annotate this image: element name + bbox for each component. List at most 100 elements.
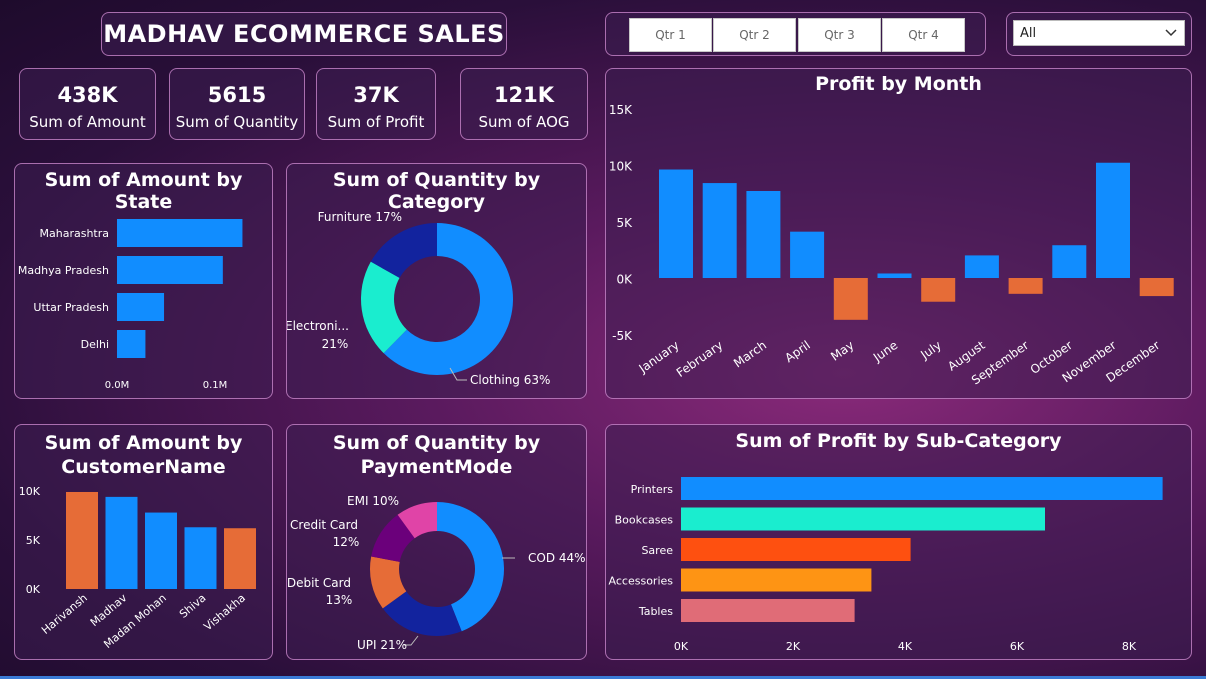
kpi-value: 121K bbox=[493, 83, 555, 107]
profit-by-subcategory-chart: Printers Bookcases Saree Accessories Tables 0… bbox=[609, 477, 1163, 653]
category-label: Uttar Pradesh bbox=[33, 301, 109, 314]
quantity-by-paymentmode-chart: COD 44% UPI 21% Debit Card 13% Credit Card 12… bbox=[287, 494, 586, 652]
profit-by-subcategory-panel: Sum of Profit by Sub-Category Printers Bo… bbox=[605, 424, 1192, 660]
profit-by-month-chart: 15K10K5K0K-5KJanuaryFebruary March April Ma… bbox=[609, 103, 1174, 388]
bar bbox=[184, 527, 217, 589]
bar bbox=[117, 293, 165, 321]
filter-selected-value: All bbox=[1020, 26, 1037, 41]
tick-label: 0K bbox=[26, 583, 41, 596]
bar bbox=[659, 169, 693, 278]
tick-label: 15K bbox=[609, 103, 633, 117]
bar bbox=[117, 256, 223, 284]
slice-label: Debit Card bbox=[287, 576, 351, 590]
tick-label: 10K bbox=[19, 485, 41, 498]
bar bbox=[681, 568, 872, 592]
kpi-card-quantity: 5615 Sum of Quantity bbox=[169, 68, 305, 140]
quarter-slicer: Qtr 1 Qtr 2 Qtr 3 Qtr 4 bbox=[605, 12, 986, 56]
bar bbox=[877, 273, 912, 278]
chevron-down-icon bbox=[1165, 29, 1177, 37]
kpi-card-amount: 438K Sum of Amount bbox=[19, 68, 156, 140]
kpi-value: 438K bbox=[57, 83, 118, 107]
quantity-by-category-chart: Clothing 63% Electroni... 21% Furniture 17% bbox=[287, 210, 550, 387]
category-label: May bbox=[828, 338, 856, 364]
bar bbox=[681, 538, 911, 561]
filter-dropdown[interactable]: All bbox=[1013, 20, 1185, 46]
qtr-3-button[interactable]: Qtr 3 bbox=[798, 18, 881, 52]
category-label: Madhya Pradesh bbox=[18, 264, 109, 277]
qtr-4-button[interactable]: Qtr 4 bbox=[882, 18, 965, 52]
category-label: Vishakha bbox=[201, 591, 248, 633]
kpi-card-profit: 37K Sum of Profit bbox=[316, 68, 436, 140]
tick-label: 5K bbox=[616, 216, 633, 230]
slice-label: 12% bbox=[333, 535, 360, 549]
bar bbox=[1096, 162, 1130, 278]
bar bbox=[1008, 278, 1043, 294]
tick-label: 8K bbox=[1122, 640, 1137, 653]
slice-label: EMI 10% bbox=[347, 494, 399, 508]
bar bbox=[746, 190, 781, 278]
amount-by-state-chart: Maharashtra Madhya Pradesh Uttar Pradesh De… bbox=[18, 219, 243, 391]
slice-label: Clothing 63% bbox=[470, 373, 550, 387]
amount-by-state-panel: Sum of Amount by State Maharashtra Madhya… bbox=[14, 163, 273, 399]
bar bbox=[117, 219, 243, 247]
bar bbox=[145, 512, 177, 589]
slice-label: Furniture 17% bbox=[318, 210, 402, 224]
slice-label: COD 44% bbox=[528, 551, 586, 565]
kpi-label: Sum of Amount bbox=[29, 113, 146, 131]
slice-label: 13% bbox=[326, 593, 353, 607]
bar bbox=[117, 330, 146, 358]
bar bbox=[681, 599, 855, 622]
slice-label: Credit Card bbox=[290, 518, 358, 532]
category-label: Delhi bbox=[81, 338, 109, 351]
bar bbox=[833, 278, 868, 320]
qtr-1-button[interactable]: Qtr 1 bbox=[629, 18, 712, 52]
tick-label: 6K bbox=[1010, 640, 1025, 653]
category-label: April bbox=[782, 338, 813, 365]
bar bbox=[921, 278, 956, 302]
category-label: June bbox=[870, 338, 900, 365]
kpi-label: Sum of Quantity bbox=[175, 113, 299, 131]
slice-label: 21% bbox=[322, 337, 349, 351]
tick-label: -5K bbox=[612, 329, 633, 343]
qtr-2-button[interactable]: Qtr 2 bbox=[713, 18, 796, 52]
bar bbox=[1052, 245, 1087, 278]
slice-label: Electroni... bbox=[287, 319, 349, 333]
kpi-label: Sum of AOG bbox=[478, 113, 570, 131]
category-label: March bbox=[731, 338, 769, 370]
kpi-card-aog: 121K Sum of AOG bbox=[460, 68, 588, 140]
amount-by-customer-panel: Sum of Amount by CustomerName 10K 5K 0K Har… bbox=[14, 424, 273, 660]
tick-label: 2K bbox=[786, 640, 801, 653]
bar bbox=[702, 183, 737, 278]
tick-label: 4K bbox=[898, 640, 913, 653]
profit-by-month-panel: Profit by Month 15K 10K 5K 0K -5K January Febr… bbox=[605, 68, 1192, 399]
category-label: July bbox=[917, 338, 944, 362]
tick-label: 0K bbox=[616, 273, 633, 287]
bar bbox=[1139, 278, 1174, 297]
category-label: Maharashtra bbox=[40, 227, 110, 240]
kpi-value: 37K bbox=[353, 83, 399, 107]
kpi-label: Sum of Profit bbox=[327, 113, 425, 131]
category-label: Harivansh bbox=[39, 591, 90, 637]
bar bbox=[681, 477, 1163, 500]
quantity-by-paymentmode-panel: Sum of Quantity by PaymentMode COD 44% UP… bbox=[286, 424, 587, 660]
bar bbox=[964, 255, 999, 278]
category-label: Accessories bbox=[609, 575, 674, 588]
tick-label: 10K bbox=[609, 160, 633, 174]
amount-by-customer-chart: 10K5K0KHarivanshMadhavMadan Mohan ShivaVi… bbox=[19, 485, 256, 651]
dashboard-title: MADHAV ECOMMERCE SALES bbox=[101, 12, 507, 56]
category-label: Bookcases bbox=[615, 514, 674, 527]
slice-label: UPI 21% bbox=[357, 638, 407, 652]
category-label: February bbox=[674, 338, 726, 380]
bar bbox=[224, 528, 256, 589]
kpi-value: 5615 bbox=[207, 83, 267, 107]
tick-label: 0.0M bbox=[105, 380, 130, 391]
bar bbox=[105, 496, 138, 589]
bar bbox=[790, 231, 825, 278]
category-label: Shiva bbox=[177, 591, 209, 620]
filter-slicer: All bbox=[1006, 12, 1192, 56]
quantity-by-category-panel: Sum of Quantity by Category Clothing 63%… bbox=[286, 163, 587, 399]
category-label: Saree bbox=[641, 544, 673, 557]
bar bbox=[66, 491, 98, 589]
tick-label: 0.1M bbox=[203, 380, 228, 391]
bar bbox=[681, 507, 1045, 531]
